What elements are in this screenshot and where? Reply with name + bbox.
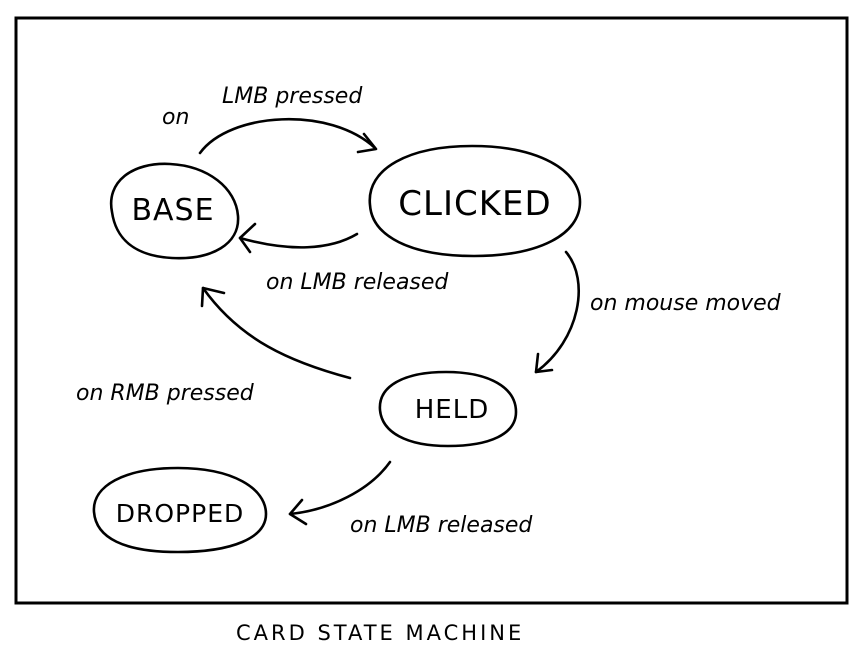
state-machine-diagram: BASE CLICKED HELD DROPPED on LMB pressed…: [14, 16, 849, 645]
transition-label-mouse-moved: on mouse moved: [590, 291, 782, 316]
state-base-label: BASE: [131, 193, 214, 228]
state-held-label: HELD: [415, 395, 489, 425]
transition-label-rmb-pressed: on RMB pressed: [76, 381, 255, 406]
transition-label-lmb-released: on LMB released: [266, 270, 449, 295]
diagram-caption: CARD STATE MACHINE: [236, 621, 524, 645]
state-clicked-label: CLICKED: [398, 184, 551, 224]
transition-label-lmb-released-drop: on LMB released: [350, 513, 533, 538]
transition-label-lmb-pressed: LMB pressed: [222, 84, 363, 109]
transition-label-prefix: on: [162, 105, 189, 130]
state-dropped-label: DROPPED: [116, 499, 245, 528]
